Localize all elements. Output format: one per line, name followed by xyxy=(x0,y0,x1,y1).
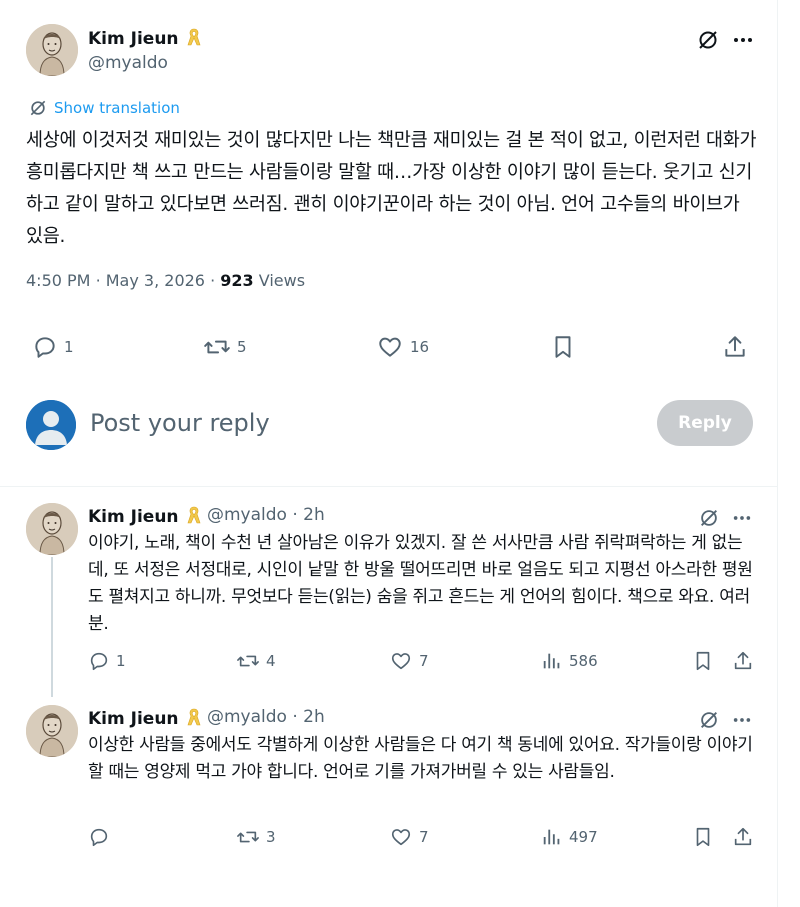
reply-action-bar: 3 7 497 xyxy=(0,824,778,854)
more-options-icon[interactable] xyxy=(729,707,755,733)
post-action-bar: 1 5 16 xyxy=(0,330,778,366)
reply-icon xyxy=(35,337,55,358)
share-icon xyxy=(734,651,752,670)
current-user-avatar[interactable] xyxy=(26,400,76,450)
grok-icon[interactable] xyxy=(696,505,722,531)
translate-icon xyxy=(30,100,46,116)
repost-icon xyxy=(237,831,259,843)
view-count: 497 xyxy=(569,828,598,846)
reply-text: 이상한 사람들 중에서도 각별하게 이상한 사람들은 다 여기 책 동네에 있어… xyxy=(88,735,753,782)
grok-icon[interactable] xyxy=(696,707,722,733)
reply-text: 이야기, 노래, 책이 수천 년 살아남은 이유가 있겠지. 잘 쓴 서사만큼 … xyxy=(88,533,753,634)
bookmark-action[interactable] xyxy=(692,650,714,672)
like-action[interactable]: 16 xyxy=(376,334,429,360)
reply-author-name-text: Kim Jieun xyxy=(88,709,179,729)
post-detail-page: Kim Jieun @myaldo Show translation 세상에 이… xyxy=(0,0,778,907)
bookmark-icon xyxy=(696,651,710,671)
heart-icon xyxy=(391,829,411,846)
more-options-icon[interactable] xyxy=(729,26,757,54)
reply-icon xyxy=(90,652,108,671)
meta-separator: · xyxy=(210,271,216,290)
repost-count: 3 xyxy=(266,828,276,846)
post-meta: 4:50 PM · May 3, 2026 · 923 Views xyxy=(26,271,305,290)
show-translation-link[interactable]: Show translation xyxy=(28,98,180,118)
analytics-icon xyxy=(543,829,560,845)
reply-count: 1 xyxy=(116,652,126,670)
reply-author-avatar[interactable] xyxy=(26,503,78,555)
repost-icon xyxy=(237,655,259,667)
meta-separator: · xyxy=(95,271,101,290)
reply-author-name[interactable]: Kim Jieun xyxy=(88,707,202,729)
repost-action[interactable]: 3 xyxy=(236,826,276,848)
reply-author-avatar[interactable] xyxy=(26,705,78,757)
reply-timestamp[interactable]: · 2h xyxy=(292,707,324,727)
reply-author-name[interactable]: Kim Jieun xyxy=(88,505,202,527)
author-avatar[interactable] xyxy=(26,24,78,76)
post-date[interactable]: May 3, 2026 xyxy=(106,271,205,290)
share-icon xyxy=(725,336,745,357)
share-icon xyxy=(734,827,752,846)
like-action[interactable]: 7 xyxy=(389,650,429,672)
reply-author-handle[interactable]: @myaldo · 2h xyxy=(207,505,325,525)
heart-icon xyxy=(391,653,411,670)
reply-timestamp[interactable]: · 2h xyxy=(292,505,324,525)
reply-action[interactable]: 1 xyxy=(32,334,74,360)
author-name-text: Kim Jieun xyxy=(88,29,179,49)
reply-handle-text: @myaldo xyxy=(207,505,287,525)
repost-count: 5 xyxy=(237,338,247,356)
reply-count: 1 xyxy=(64,338,74,356)
reply-author-handle[interactable]: @myaldo · 2h xyxy=(207,707,325,727)
yellow-ribbon-icon xyxy=(188,708,201,726)
share-action[interactable] xyxy=(732,650,754,672)
repost-action[interactable]: 4 xyxy=(236,650,276,672)
more-options-icon[interactable] xyxy=(729,505,755,531)
repost-action[interactable]: 5 xyxy=(203,334,247,360)
bookmark-icon xyxy=(696,827,710,847)
reply-icon xyxy=(90,828,108,847)
view-count: 586 xyxy=(569,652,598,670)
like-action[interactable]: 7 xyxy=(389,826,429,848)
post-time[interactable]: 4:50 PM xyxy=(26,271,90,290)
share-action[interactable] xyxy=(732,826,754,848)
bookmark-icon xyxy=(555,336,571,358)
timeline-border xyxy=(777,0,778,907)
reply-composer: Post your reply Reply xyxy=(0,390,778,460)
show-translation-label: Show translation xyxy=(54,99,180,117)
like-count: 7 xyxy=(419,828,429,846)
yellow-ribbon-icon xyxy=(188,506,201,524)
like-count: 16 xyxy=(410,338,430,356)
repost-count: 4 xyxy=(266,652,276,670)
views-action[interactable]: 586 xyxy=(541,650,598,672)
reply-action[interactable] xyxy=(88,826,116,848)
reply-input[interactable]: Post your reply xyxy=(90,409,270,437)
bookmark-action[interactable] xyxy=(692,826,714,848)
analytics-icon xyxy=(543,653,560,669)
views-action[interactable]: 497 xyxy=(541,826,598,848)
views-label: Views xyxy=(258,271,306,290)
post-text: 세상에 이것저것 재미있는 것이 많다지만 나는 책만큼 재미있는 걸 본 적이… xyxy=(26,130,757,247)
author-handle[interactable]: @myaldo xyxy=(88,53,168,73)
share-action[interactable] xyxy=(722,334,748,360)
section-divider xyxy=(0,486,778,487)
yellow-ribbon-icon xyxy=(188,28,201,46)
reply-author-name-text: Kim Jieun xyxy=(88,507,179,527)
reply-action-bar: 1 4 7 586 xyxy=(0,648,778,678)
views-count: 923 xyxy=(220,271,254,290)
like-count: 7 xyxy=(419,652,429,670)
reply-button[interactable]: Reply xyxy=(657,400,753,446)
bookmark-action[interactable] xyxy=(550,334,576,360)
reply-handle-text: @myaldo xyxy=(207,707,287,727)
repost-icon xyxy=(204,340,230,354)
grok-icon[interactable] xyxy=(694,26,722,54)
heart-icon xyxy=(379,337,401,357)
author-name[interactable]: Kim Jieun xyxy=(88,27,202,49)
reply-action[interactable]: 1 xyxy=(88,650,126,672)
